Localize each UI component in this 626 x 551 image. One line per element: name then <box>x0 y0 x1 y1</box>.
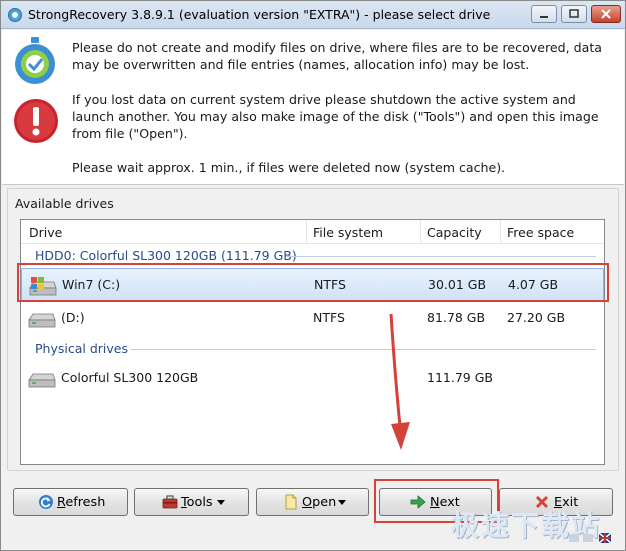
drive-row-d[interactable]: (D:) NTFS 81.78 GB 27.20 GB <box>21 302 604 336</box>
title-bar: StrongRecovery 3.8.9.1 (evaluation versi… <box>1 1 625 29</box>
open-mnemonic: O <box>302 495 313 510</box>
close-icon <box>601 9 611 19</box>
open-button[interactable]: Open <box>256 488 369 516</box>
open-label: pen <box>312 495 337 510</box>
column-separator[interactable] <box>306 220 307 243</box>
hard-drive-icon <box>28 313 56 328</box>
annotation-arrow-icon <box>389 313 410 450</box>
group-divider <box>286 256 596 257</box>
group-divider <box>131 349 596 350</box>
column-capacity[interactable]: Capacity <box>427 225 482 240</box>
warning-message-2: If you lost data on current system drive… <box>72 92 599 141</box>
hard-drive-icon <box>28 373 56 388</box>
info-panel: Please do not create and modify files on… <box>2 30 624 185</box>
column-free-space[interactable]: Free space <box>507 225 574 240</box>
highlight-box <box>17 263 609 302</box>
tools-button[interactable]: Tools <box>134 488 249 516</box>
window-title: StrongRecovery 3.8.9.1 (evaluation versi… <box>28 7 491 22</box>
drive-name: (D:) <box>61 310 85 325</box>
column-file-system[interactable]: File system <box>313 225 383 240</box>
available-drives-label: Available drives <box>15 196 114 211</box>
open-file-icon <box>285 494 297 510</box>
list-header: Drive File system Capacity Free space <box>21 220 604 244</box>
drive-capacity: 81.78 GB <box>427 310 486 325</box>
tools-label: ools <box>186 495 213 510</box>
warning-message-1: Please do not create and modify files on… <box>72 40 603 72</box>
refresh-icon <box>39 495 53 509</box>
minimize-button[interactable] <box>531 5 557 23</box>
drive-fs: NTFS <box>313 310 345 325</box>
refresh-label: efresh <box>65 495 106 510</box>
physical-drive-row[interactable]: Colorful SL300 120GB 111.79 GB <box>21 362 604 396</box>
maximize-icon <box>569 9 579 18</box>
refresh-button[interactable]: Refresh <box>13 488 128 516</box>
physical-drives-title: Physical drives <box>35 341 128 356</box>
column-drive[interactable]: Drive <box>29 225 62 240</box>
drive-capacity: 111.79 GB <box>427 370 493 385</box>
recovery-logo-icon <box>15 37 55 84</box>
minimize-icon <box>540 16 548 18</box>
column-separator[interactable] <box>500 220 501 243</box>
app-logo-icon <box>8 8 22 22</box>
language-flags-icon <box>569 532 612 544</box>
app-window: StrongRecovery 3.8.9.1 (evaluation versi… <box>0 0 626 551</box>
hdd-group-title: HDD0: Colorful SL300 120GB (111.79 GB) <box>35 248 297 263</box>
close-button[interactable] <box>591 5 621 23</box>
wait-message: Please wait approx. 1 min., if files wer… <box>72 160 506 175</box>
toolbox-icon <box>162 495 178 509</box>
drive-free-space: 27.20 GB <box>507 310 566 325</box>
maximize-button[interactable] <box>561 5 587 23</box>
dropdown-arrow-icon <box>217 500 225 505</box>
drives-list[interactable]: Drive File system Capacity Free space HD… <box>20 219 605 465</box>
drive-name: Colorful SL300 120GB <box>61 370 199 385</box>
dropdown-arrow-icon <box>338 500 346 505</box>
error-icon <box>14 99 58 143</box>
column-separator[interactable] <box>420 220 421 243</box>
